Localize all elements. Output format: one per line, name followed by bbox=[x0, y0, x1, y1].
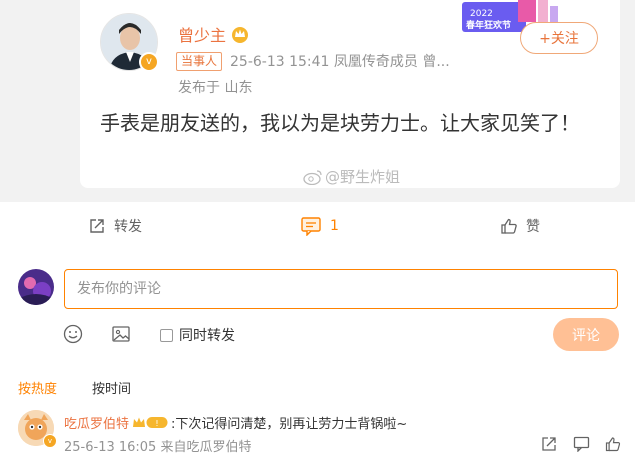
banner-title: 春年狂欢节 bbox=[465, 19, 511, 31]
author-row: 曾少主 bbox=[178, 22, 249, 46]
comment-meta: 25-6-13 16:05 来自吃瓜罗伯特 bbox=[64, 440, 252, 455]
comment-repost-icon[interactable] bbox=[541, 436, 557, 452]
comment-reply-icon[interactable] bbox=[573, 436, 590, 452]
comment-like-icon[interactable] bbox=[605, 436, 621, 452]
also-repost-checkbox[interactable] bbox=[160, 328, 173, 342]
like-label: 赞 bbox=[526, 219, 540, 235]
like-button[interactable]: 赞 bbox=[500, 216, 540, 236]
follow-button[interactable]: +关注 bbox=[520, 22, 598, 54]
verified-badge-icon: v bbox=[139, 52, 159, 72]
role-tag: 当事人 bbox=[176, 51, 223, 71]
watermark: @野生炸姐 bbox=[303, 166, 400, 187]
comment-input[interactable] bbox=[64, 269, 618, 309]
post-location: 发布于 山东 bbox=[178, 80, 253, 96]
weibo-logo-icon bbox=[303, 169, 322, 185]
image-icon[interactable] bbox=[111, 324, 131, 344]
commenter-name[interactable]: 吃瓜罗伯特 bbox=[64, 413, 129, 432]
commenter-verified-icon: v bbox=[43, 434, 57, 448]
crown-icon bbox=[232, 27, 249, 43]
comment-line: 吃瓜罗伯特 ! :下次记得问清楚，别再让劳力士背锅啦~ bbox=[64, 413, 407, 432]
comment-count: 1 bbox=[330, 218, 339, 234]
submit-comment-button[interactable]: 评论 bbox=[553, 318, 619, 351]
post-meta-row: 当事人 25-6-13 15:41 凤凰传奇成员 曾... bbox=[176, 51, 450, 71]
vip-crown-icon bbox=[133, 417, 146, 427]
author-name[interactable]: 曾少主 bbox=[178, 22, 226, 46]
my-avatar[interactable] bbox=[18, 269, 54, 305]
sort-by-time-tab[interactable]: 按时间 bbox=[92, 378, 131, 397]
thumbs-up-icon bbox=[501, 218, 517, 234]
repost-label: 转发 bbox=[114, 219, 142, 235]
comment-text: :下次记得问清楚，别再让劳力士背锅啦~ bbox=[171, 417, 408, 432]
post-meta: 25-6-13 15:41 凤凰传奇成员 曾... bbox=[230, 54, 450, 70]
watermark-text: @野生炸姐 bbox=[325, 168, 401, 186]
also-repost-option[interactable]: 同时转发 bbox=[160, 325, 235, 345]
fan-level-badge-text: ! bbox=[155, 419, 158, 428]
commenter-badges: ! bbox=[132, 416, 168, 429]
emoji-icon[interactable] bbox=[63, 324, 83, 344]
comment-icon bbox=[301, 217, 321, 236]
fan-level-badge-icon: ! bbox=[146, 417, 168, 428]
comment-button[interactable]: 1 bbox=[300, 216, 339, 236]
also-repost-label: 同时转发 bbox=[179, 328, 235, 344]
author-avatar-wrap[interactable]: v bbox=[100, 13, 159, 72]
post-text: 手表是朋友送的，我以为是块劳力士。让大家见笑了！ bbox=[100, 111, 580, 135]
sort-by-hot-tab[interactable]: 按热度 bbox=[18, 378, 57, 397]
banner-year: 2022 bbox=[470, 9, 493, 19]
repost-button[interactable]: 转发 bbox=[88, 216, 142, 236]
repost-icon bbox=[90, 219, 104, 233]
